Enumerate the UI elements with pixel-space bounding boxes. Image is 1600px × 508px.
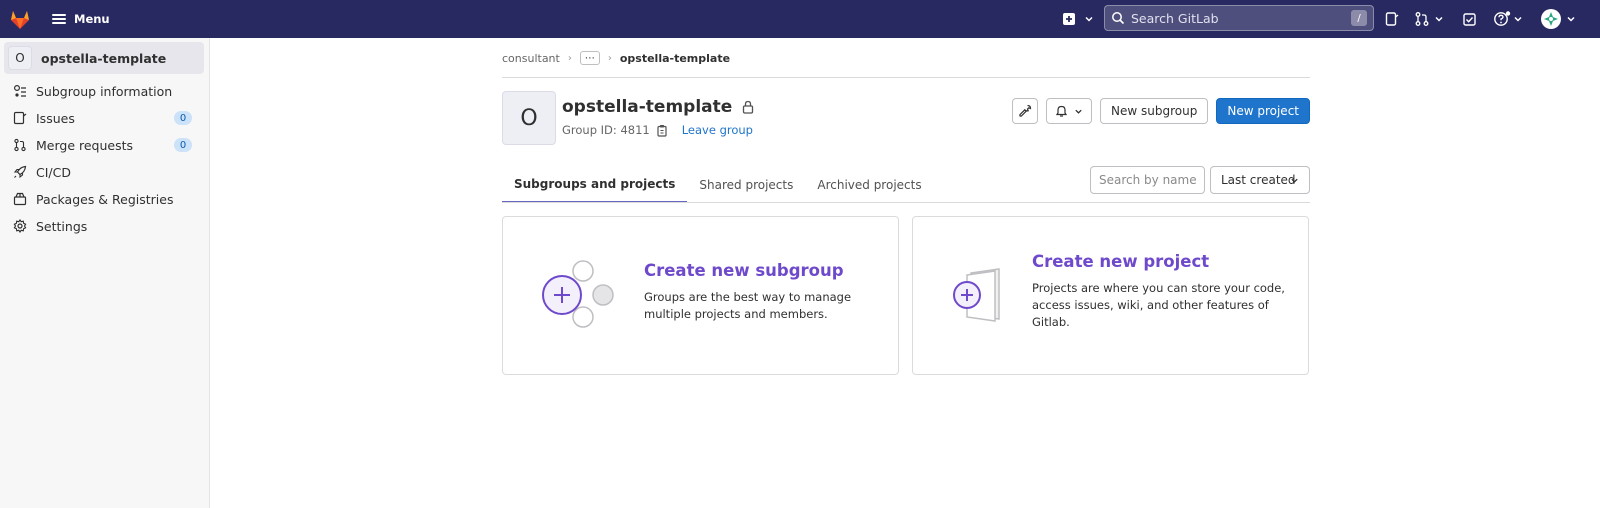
sidebar-item-label: CI/CD [36, 164, 71, 180]
tab-shared-projects[interactable]: Shared projects [687, 167, 805, 203]
group-tabs: Subgroups and projects Shared projects A… [502, 167, 934, 203]
sidebar-item-issues[interactable]: Issues 0 [8, 105, 204, 131]
merge-requests-nav-dropdown[interactable] [1414, 8, 1444, 30]
issues-count-badge: 0 [174, 111, 192, 125]
help-nav-dropdown[interactable] [1493, 8, 1523, 30]
divider [502, 202, 1310, 203]
wrench-icon [1019, 104, 1032, 117]
group-avatar-large: O [502, 91, 556, 145]
create-project-card[interactable]: Create new project Projects are where yo… [912, 216, 1309, 375]
create-project-description: Projects are where you can store your co… [1032, 280, 1285, 331]
breadcrumb-current[interactable]: opstella-template [620, 52, 730, 65]
group-id-text: Group ID: 4811 [562, 123, 650, 137]
description-line: Gitlab. [1032, 315, 1070, 329]
description-line: multiple projects and members. [644, 307, 828, 321]
sidebar-context-name: opstella-template [41, 50, 167, 66]
chevron-down-icon [1085, 16, 1093, 22]
sidebar-item-label: Packages & Registries [36, 191, 174, 207]
todos-nav-button[interactable] [1462, 8, 1477, 30]
todo-checkbox-icon [1463, 12, 1476, 26]
create-subgroup-card[interactable]: Create new subgroup Groups are the best … [502, 216, 899, 375]
search-icon [1112, 12, 1125, 25]
sidebar-item-label: Subgroup information [36, 83, 173, 99]
create-new-dropdown[interactable] [1062, 8, 1094, 30]
package-icon [12, 191, 28, 207]
issues-nav-button[interactable] [1384, 8, 1400, 30]
bell-icon [1055, 105, 1068, 117]
hamburger-icon [52, 14, 66, 24]
description-line: Groups are the best way to manage [644, 290, 852, 304]
chevron-right-icon: › [607, 52, 612, 64]
breadcrumb: consultant › ⋯ › opstella-template [502, 50, 730, 66]
chevron-down-icon [1075, 109, 1082, 114]
tab-archived-projects[interactable]: Archived projects [805, 167, 933, 203]
subgroup-illustration-icon [542, 260, 614, 328]
page-title: opstella-template [562, 97, 733, 117]
create-subgroup-description: Groups are the best way to manage multip… [644, 289, 851, 323]
new-project-button[interactable]: New project [1216, 98, 1310, 124]
new-subgroup-button[interactable]: New subgroup [1100, 98, 1209, 124]
plus-square-icon [1063, 13, 1075, 25]
sort-label: Last created [1221, 173, 1296, 187]
sidebar-item-label: Settings [36, 218, 88, 234]
group-actions: New subgroup New project [1012, 98, 1310, 124]
sidebar-item-label: Issues [36, 110, 75, 126]
rocket-icon [12, 164, 28, 180]
gear-icon [12, 218, 28, 234]
issues-icon [1385, 12, 1399, 26]
avatar [1541, 9, 1561, 29]
breadcrumb-root[interactable]: consultant [502, 52, 560, 65]
group-info-icon [12, 83, 28, 99]
project-illustration-icon [953, 268, 1000, 322]
tab-subgroups-and-projects[interactable]: Subgroups and projects [502, 167, 688, 203]
menu-label: Menu [74, 12, 110, 26]
chevron-down-icon [1435, 16, 1443, 22]
user-menu-dropdown[interactable] [1540, 8, 1576, 30]
chevron-down-icon [1291, 178, 1298, 183]
merge-request-icon [12, 137, 28, 153]
chevron-down-icon [1514, 16, 1522, 22]
gitlab-logo-icon[interactable] [8, 7, 32, 31]
lock-icon [743, 100, 754, 114]
sidebar: O opstella-template Subgroup information… [0, 38, 210, 508]
search-input[interactable]: Search GitLab / [1104, 5, 1374, 31]
help-icon [1494, 11, 1511, 26]
copy-icon[interactable] [656, 124, 668, 137]
sidebar-item-label: Merge requests [36, 137, 134, 153]
issues-icon [12, 110, 28, 126]
chevron-down-icon [1567, 16, 1575, 22]
sidebar-item-merge-requests[interactable]: Merge requests 0 [8, 132, 204, 158]
search-by-name-input[interactable]: Search by name [1090, 166, 1205, 194]
group-title: opstella-template [562, 97, 754, 117]
merge-requests-count-badge: 0 [174, 138, 192, 152]
breadcrumb-ellipsis-button[interactable]: ⋯ [579, 51, 600, 65]
merge-request-icon [1415, 12, 1429, 26]
settings-wrench-button[interactable] [1012, 98, 1039, 124]
description-line: Projects are where you can store your co… [1032, 281, 1285, 295]
sidebar-context-header[interactable]: O opstella-template [4, 42, 204, 74]
divider [502, 77, 1310, 78]
search-placeholder: Search GitLab [1131, 10, 1219, 26]
notifications-dropdown[interactable] [1046, 98, 1093, 124]
chevron-right-icon: › [567, 52, 572, 64]
sidebar-item-ci-cd[interactable]: CI/CD [8, 159, 204, 185]
sidebar-item-settings[interactable]: Settings [8, 213, 204, 239]
description-line: access issues, wiki, and other features … [1032, 298, 1269, 312]
sidebar-item-packages-registries[interactable]: Packages & Registries [8, 186, 204, 212]
group-meta: Group ID: 4811 Leave group [562, 123, 753, 137]
top-bar: Menu Search GitLab / [0, 0, 1600, 38]
create-subgroup-title[interactable]: Create new subgroup [644, 261, 844, 280]
sort-dropdown[interactable]: Last created [1210, 166, 1310, 194]
leave-group-link[interactable]: Leave group [682, 123, 753, 137]
menu-button[interactable]: Menu [46, 7, 116, 31]
search-shortcut-key: / [1351, 10, 1367, 26]
sidebar-item-subgroup-information[interactable]: Subgroup information [8, 78, 204, 104]
group-avatar: O [8, 46, 32, 70]
create-project-title[interactable]: Create new project [1032, 252, 1209, 271]
